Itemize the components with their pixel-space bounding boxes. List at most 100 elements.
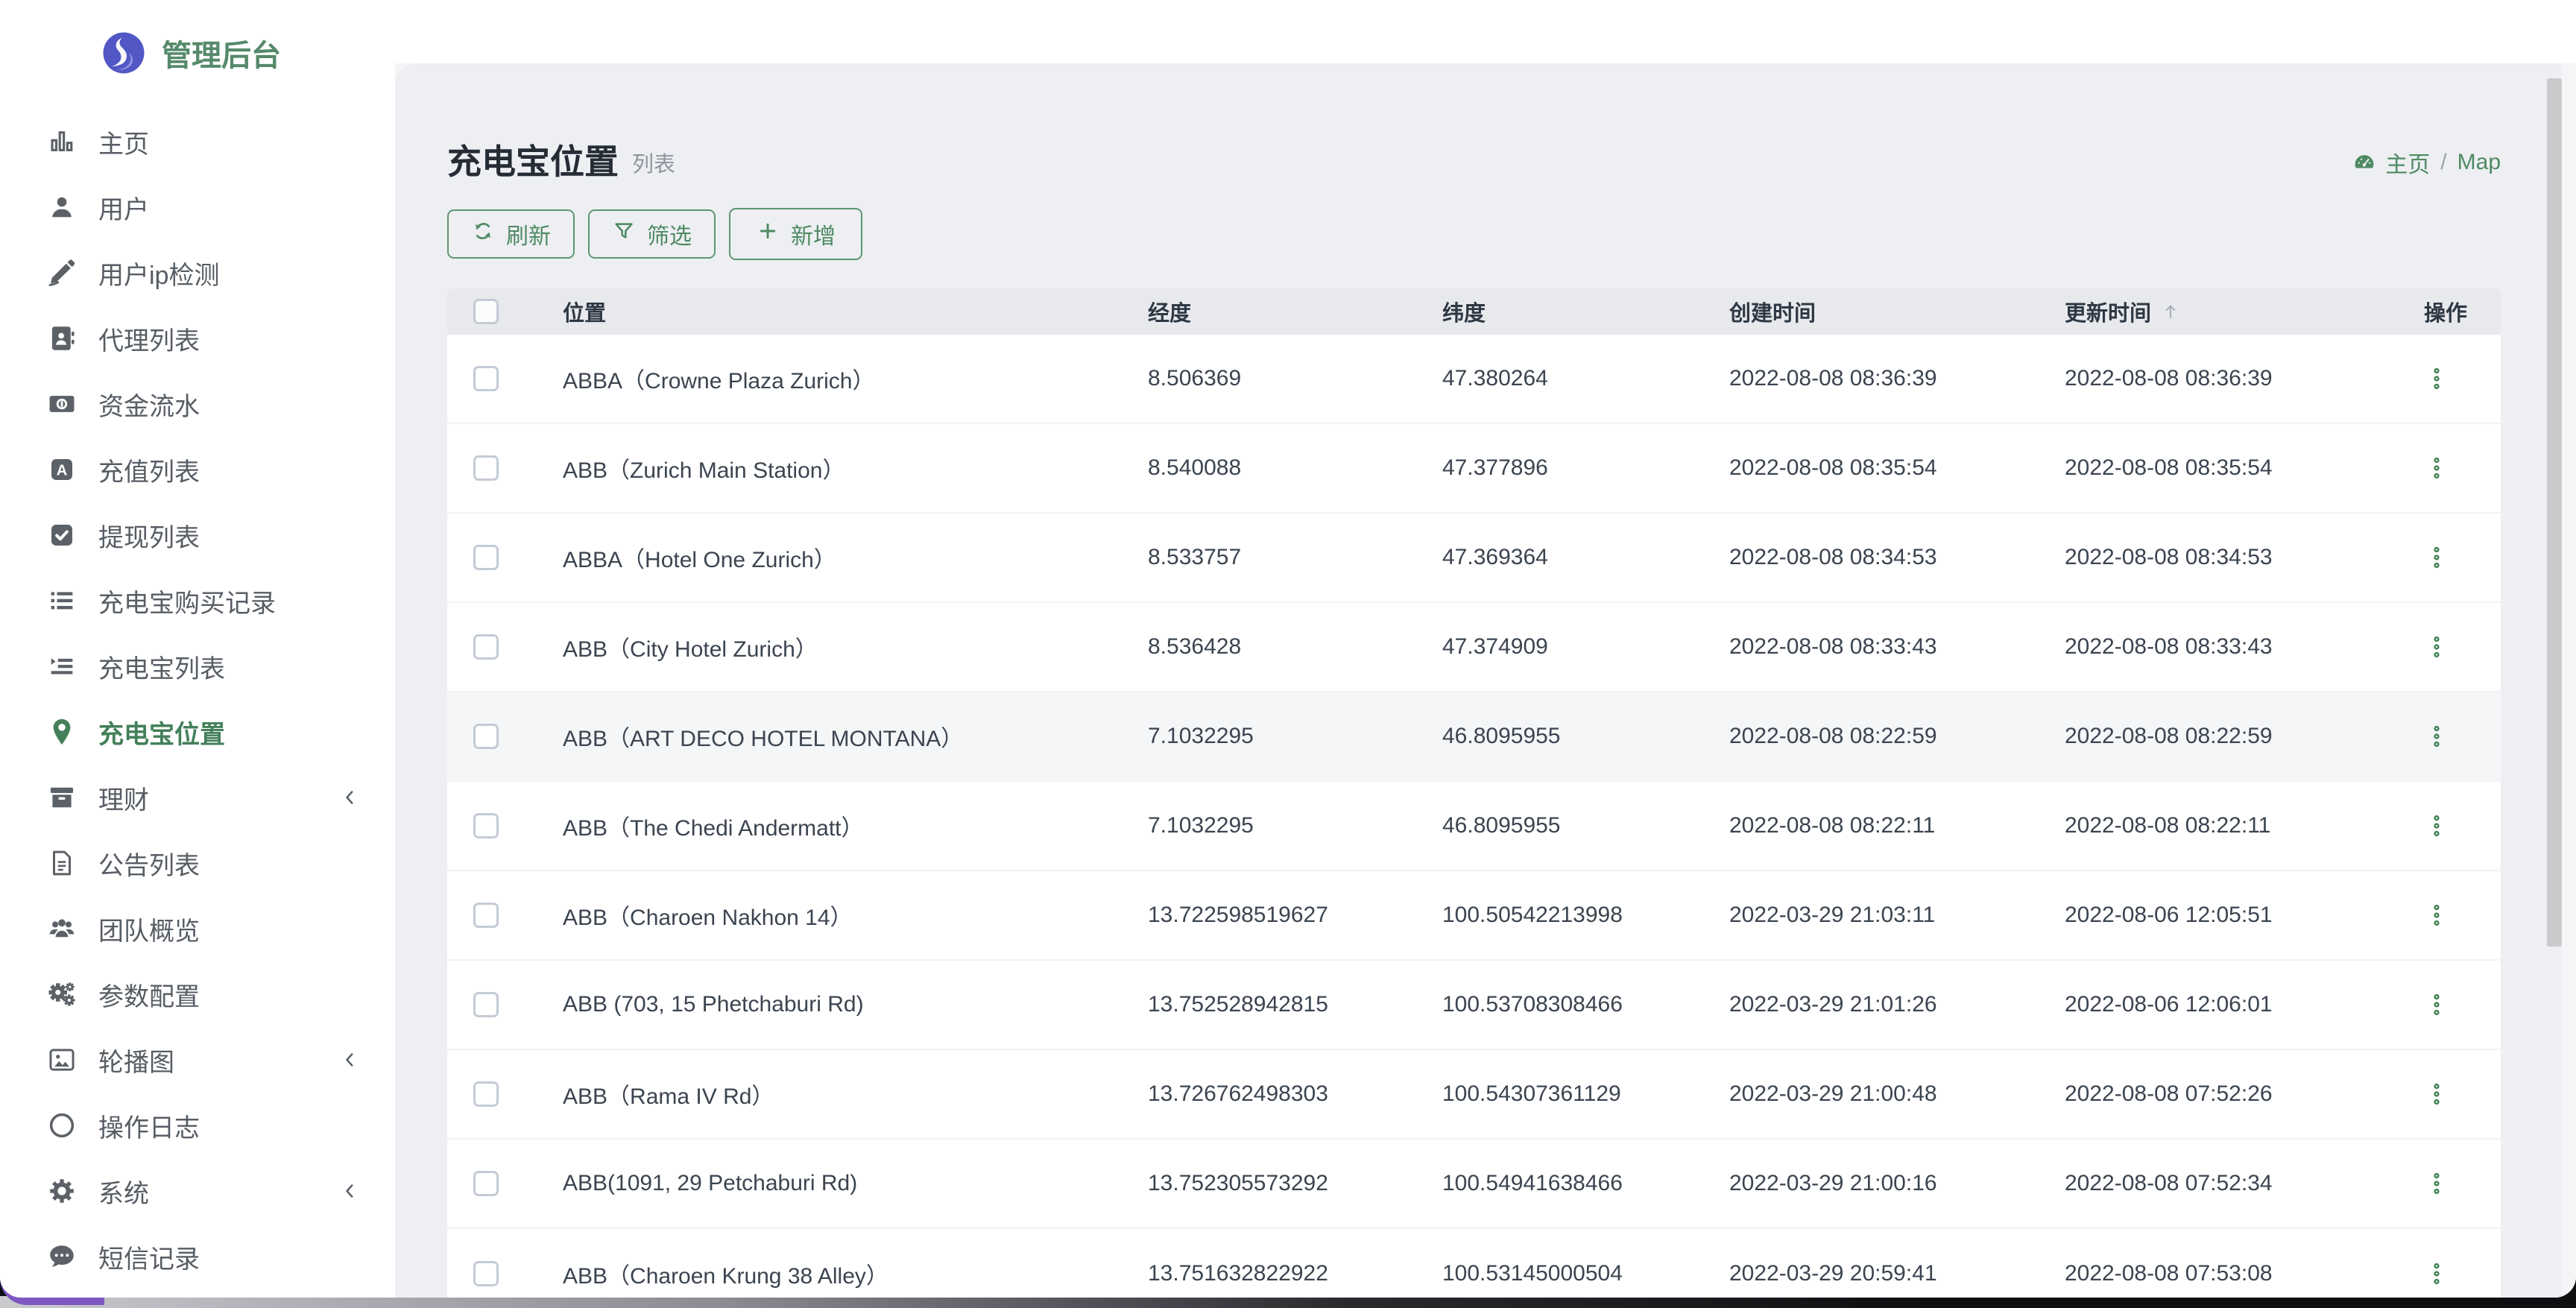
- vertical-scrollbar-thumb[interactable]: [2547, 78, 2562, 947]
- filter-button[interactable]: 筛选: [588, 209, 716, 259]
- table-row: ABBA（Crowne Plaza Zurich）8.50636947.3802…: [447, 335, 2501, 424]
- row-checkbox[interactable]: [473, 992, 499, 1017]
- row-checkbox[interactable]: [473, 545, 499, 570]
- latitude-cell: 100.50542213998: [1442, 903, 1729, 928]
- column-header-1[interactable]: 位置: [563, 296, 1148, 327]
- file-icon: [46, 847, 78, 879]
- updated-at-cell: 2022-08-08 08:35:54: [2065, 455, 2415, 481]
- updated-at-cell: 2022-08-08 08:33:43: [2065, 634, 2415, 660]
- breadcrumb: 主页 / Map: [2352, 146, 2501, 179]
- column-header-2[interactable]: 经度: [1148, 296, 1442, 327]
- sidebar-item-4[interactable]: 代理列表: [0, 306, 395, 371]
- users-icon: [46, 913, 78, 944]
- table-row: ABB(1091, 29 Petchaburi Rd)13.7523055732…: [447, 1140, 2501, 1229]
- row-actions-menu-icon[interactable]: [2424, 988, 2449, 1022]
- row-actions-menu-icon[interactable]: [2424, 898, 2449, 932]
- table-row: ABBA（Hotel One Zurich）8.53375747.3693642…: [447, 514, 2501, 603]
- select-all-checkbox[interactable]: [473, 299, 499, 324]
- row-actions-menu-icon[interactable]: [2424, 1077, 2449, 1111]
- page-title: 充电宝位置: [447, 142, 619, 183]
- sidebar-item-label: 操作日志: [98, 1108, 200, 1144]
- created-at-cell: 2022-08-08 08:34:53: [1729, 545, 2065, 570]
- table-header-row: 位置经度纬度 创建时间 更新时间操作: [447, 288, 2501, 335]
- breadcrumb-home-link[interactable]: 主页: [2385, 146, 2430, 179]
- column-header-4[interactable]: 创建时间: [1729, 296, 2065, 327]
- column-header-5[interactable]: 更新时间: [2065, 296, 2415, 327]
- created-at-cell: 2022-03-29 20:59:41: [1729, 1261, 2065, 1286]
- actions-cell: [2415, 1166, 2501, 1201]
- sidebar-item-15[interactable]: 轮播图: [0, 1027, 395, 1093]
- created-at-cell: 2022-08-08 08:22:59: [1729, 724, 2065, 749]
- refresh-button[interactable]: 刷新: [447, 209, 575, 259]
- column-header-label: 创建时间: [1729, 302, 1816, 326]
- row-checkbox[interactable]: [473, 1261, 499, 1286]
- column-header-6[interactable]: 操作: [2415, 296, 2501, 327]
- check-square-icon: [46, 519, 78, 551]
- row-checkbox-cell: [447, 813, 563, 838]
- location-cell: ABB (703, 15 Phetchaburi Rd): [563, 992, 1148, 1017]
- row-actions-menu-icon[interactable]: [2424, 630, 2449, 664]
- column-header-3[interactable]: 纬度: [1442, 296, 1729, 327]
- filter-funnel-icon: [612, 219, 636, 249]
- row-checkbox[interactable]: [473, 1171, 499, 1196]
- main-area: 充电宝位置 列表: [395, 0, 2576, 1298]
- row-checkbox[interactable]: [473, 903, 499, 928]
- chevron-left-icon: [338, 1049, 361, 1071]
- updated-at-cell: 2022-08-08 07:52:26: [2065, 1081, 2415, 1107]
- table-body: ABBA（Crowne Plaza Zurich）8.50636947.3802…: [447, 335, 2501, 1298]
- row-actions-menu-icon[interactable]: [2424, 361, 2449, 396]
- sidebar-item-3[interactable]: 用户ip检测: [0, 240, 395, 306]
- updated-at-cell: 2022-08-08 07:53:08: [2065, 1261, 2415, 1286]
- latitude-cell: 47.374909: [1442, 634, 1729, 660]
- add-button[interactable]: 新增: [729, 208, 862, 260]
- sidebar-item-14[interactable]: 参数配置: [0, 961, 395, 1027]
- sidebar-item-5[interactable]: 资金流水: [0, 371, 395, 437]
- sidebar-item-label: 用户ip检测: [98, 255, 219, 291]
- row-checkbox-cell: [447, 455, 563, 481]
- sidebar-item-16[interactable]: 操作日志: [0, 1093, 395, 1158]
- sidebar-item-10[interactable]: 充电宝位置: [0, 699, 395, 765]
- column-header-label: 操作: [2424, 296, 2467, 327]
- sidebar-item-8[interactable]: 充电宝购买记录: [0, 568, 395, 634]
- sidebar-item-label: 短信记录: [98, 1239, 200, 1275]
- row-checkbox[interactable]: [473, 634, 499, 660]
- row-actions-menu-icon[interactable]: [2424, 809, 2449, 843]
- sidebar-item-13[interactable]: 团队概览: [0, 896, 395, 961]
- location-cell: ABB（Charoen Nakhon 14）: [563, 899, 1148, 932]
- row-actions-menu-icon[interactable]: [2424, 1257, 2449, 1291]
- row-checkbox[interactable]: [473, 455, 499, 481]
- sidebar-item-11[interactable]: 理财: [0, 765, 395, 830]
- created-at-cell: 2022-08-08 08:35:54: [1729, 455, 2065, 481]
- sidebar-item-label: 充电宝位置: [98, 714, 225, 751]
- sidebar-item-18[interactable]: 短信记录: [0, 1224, 395, 1289]
- updated-at-cell: 2022-08-08 07:52:34: [2065, 1171, 2415, 1196]
- row-actions-menu-icon[interactable]: [2424, 540, 2449, 575]
- sidebar: 管理后台 主页用户用户ip检测代理列表资金流水A充值列表提现列表充电宝购买记录充…: [0, 0, 395, 1298]
- actions-cell: [2415, 451, 2501, 485]
- row-checkbox-cell: [447, 1171, 563, 1196]
- row-checkbox-cell: [447, 724, 563, 749]
- row-actions-menu-icon[interactable]: [2424, 451, 2449, 485]
- sidebar-item-17[interactable]: 系统: [0, 1158, 395, 1224]
- location-cell: ABBA（Hotel One Zurich）: [563, 541, 1148, 574]
- row-actions-menu-icon[interactable]: [2424, 719, 2449, 753]
- image-icon: [46, 1044, 78, 1075]
- location-cell: ABB（Rama IV Rd）: [563, 1078, 1148, 1110]
- location-cell: ABB（Charoen Krung 38 Alley）: [563, 1257, 1148, 1290]
- actions-cell: [2415, 898, 2501, 932]
- row-checkbox[interactable]: [473, 813, 499, 838]
- sidebar-item-6[interactable]: A充值列表: [0, 437, 395, 502]
- sidebar-item-9[interactable]: 充电宝列表: [0, 634, 395, 699]
- sidebar-item-1[interactable]: 主页: [0, 109, 395, 174]
- sidebar-item-2[interactable]: 用户: [0, 174, 395, 240]
- row-checkbox[interactable]: [473, 366, 499, 391]
- row-checkbox[interactable]: [473, 724, 499, 749]
- row-actions-menu-icon[interactable]: [2424, 1166, 2449, 1201]
- row-checkbox[interactable]: [473, 1081, 499, 1107]
- sidebar-item-7[interactable]: 提现列表: [0, 502, 395, 568]
- latitude-cell: 100.54941638466: [1442, 1171, 1729, 1196]
- sidebar-item-12[interactable]: 公告列表: [0, 830, 395, 896]
- column-header-label: 纬度: [1442, 302, 1486, 326]
- money-bill-icon: [46, 388, 78, 420]
- longitude-cell: 13.751632822922: [1148, 1261, 1442, 1286]
